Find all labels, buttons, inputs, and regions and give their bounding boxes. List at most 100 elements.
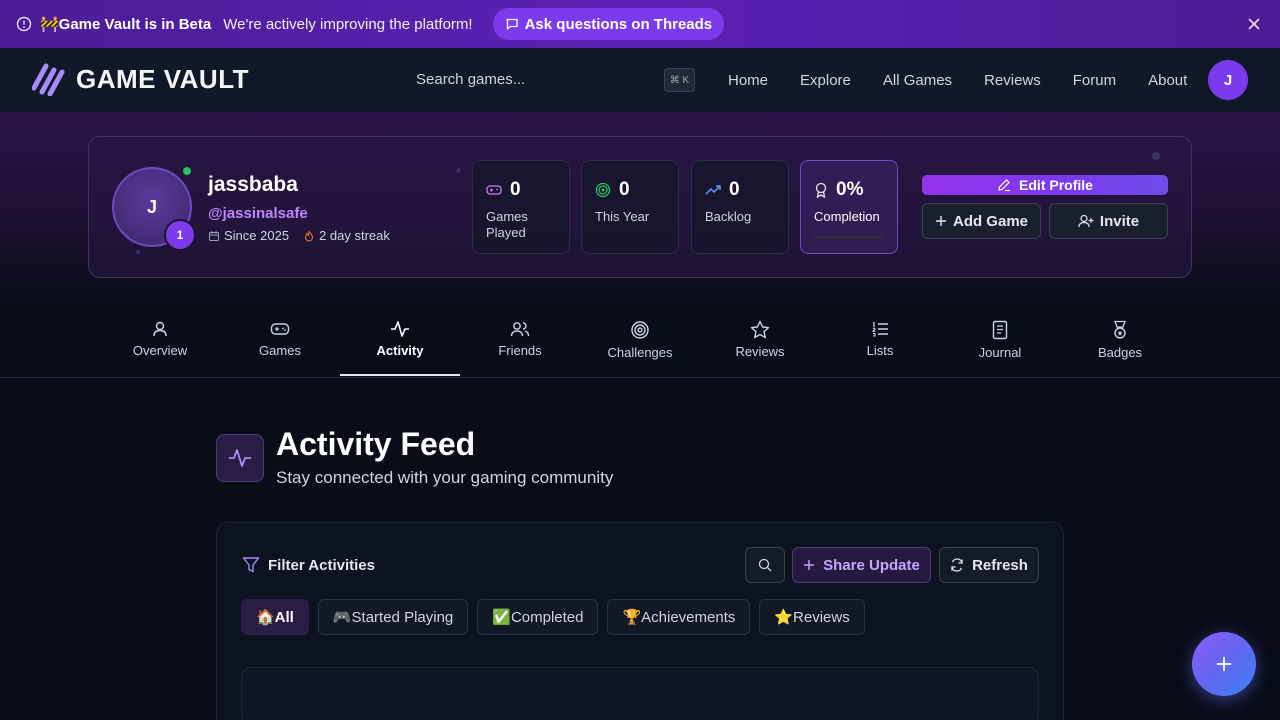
- stat-label: Backlog: [705, 209, 752, 224]
- invite-button[interactable]: Invite: [1049, 203, 1168, 239]
- search-area[interactable]: [416, 71, 696, 93]
- refresh-label: Refresh: [972, 556, 1028, 574]
- user-avatar-button[interactable]: J: [1208, 60, 1248, 100]
- tab-label: Games: [259, 343, 301, 358]
- close-icon[interactable]: [1248, 18, 1260, 30]
- search-icon: [758, 558, 772, 572]
- decorative-dot: [456, 168, 461, 173]
- flame-icon: [303, 230, 315, 242]
- tab-overview[interactable]: Overview: [100, 304, 220, 376]
- add-game-button[interactable]: Add Game: [922, 203, 1041, 239]
- online-status-dot: [181, 165, 193, 177]
- gamepad-icon: [486, 183, 502, 197]
- profile-meta: Since 2025 2 day streak: [208, 228, 390, 243]
- stat-this-year: 0 This Year: [581, 160, 679, 254]
- chip-all[interactable]: 🏠All: [241, 599, 309, 635]
- nav-links: Home Explore All Games Reviews Forum Abo…: [728, 72, 1187, 89]
- profile-handle: @jassinalsafe: [208, 205, 308, 222]
- tab-games[interactable]: Games: [220, 304, 340, 376]
- message-icon: [505, 17, 519, 31]
- filter-icon: [242, 556, 260, 574]
- search-shortcut: ⌘ K: [664, 68, 695, 92]
- nav-link-reviews[interactable]: Reviews: [984, 72, 1041, 89]
- user-icon: [151, 320, 169, 338]
- member-since: Since 2025: [208, 228, 289, 243]
- medal-icon: [1111, 320, 1129, 340]
- threads-button[interactable]: Ask questions on Threads: [492, 8, 725, 40]
- profile-username: jassbaba: [208, 173, 298, 196]
- tabs-divider: [0, 377, 1280, 378]
- nav-link-home[interactable]: Home: [728, 72, 768, 89]
- trending-up-icon: [705, 184, 721, 196]
- chip-achievements[interactable]: 🏆Achievements: [607, 599, 751, 635]
- tab-label: Overview: [132, 343, 188, 358]
- stat-label: Games Played: [486, 209, 528, 240]
- stat-value: 0: [510, 179, 521, 200]
- star-icon: [750, 320, 770, 339]
- stat-label: Completion: [814, 209, 880, 224]
- logo[interactable]: GAME VAULT: [32, 62, 249, 96]
- tab-badges[interactable]: Badges: [1060, 304, 1180, 376]
- chip-started-playing[interactable]: 🎮Started Playing: [317, 599, 469, 635]
- stat-completion: 0% Completion: [800, 160, 898, 254]
- book-icon: [991, 320, 1009, 340]
- completion-progress-bar: [813, 235, 883, 239]
- decorative-dot: [136, 250, 140, 254]
- beta-message: We're actively improving the platform!: [223, 15, 473, 33]
- activity-filter-chips: 🏠All 🎮Started Playing ✅Completed 🏆Achiev…: [241, 599, 865, 635]
- tab-label: Activity: [376, 343, 424, 358]
- activity-feed-content: [241, 667, 1039, 720]
- list-icon: [871, 320, 889, 338]
- chip-reviews[interactable]: ⭐Reviews: [759, 599, 865, 635]
- stat-label: This Year: [595, 209, 650, 224]
- nav-link-all-games[interactable]: All Games: [883, 72, 952, 89]
- tab-challenges[interactable]: Challenges: [580, 304, 700, 376]
- level-badge: 1: [164, 219, 196, 251]
- beta-title: 🚧Game Vault is in Beta: [40, 16, 212, 33]
- award-icon: [814, 182, 828, 198]
- plus-icon: [1215, 655, 1233, 673]
- stat-value: 0: [729, 179, 740, 200]
- tab-label: Badges: [1097, 345, 1143, 360]
- info-icon: [16, 16, 32, 32]
- tab-journal[interactable]: Journal: [940, 304, 1060, 376]
- target-icon: [595, 182, 611, 198]
- chip-completed[interactable]: ✅Completed: [477, 599, 599, 635]
- gamepad-icon: [270, 320, 290, 338]
- refresh-icon: [950, 558, 964, 572]
- tab-activity[interactable]: Activity: [340, 304, 460, 376]
- filter-activities: Filter Activities: [242, 556, 375, 574]
- pencil-icon: [997, 178, 1011, 192]
- tab-label: Journal: [978, 345, 1022, 360]
- activity-icon: [390, 320, 410, 338]
- stat-value: 0%: [836, 179, 864, 200]
- streak-text: 2 day streak: [319, 228, 390, 243]
- stat-backlog: 0 Backlog: [691, 160, 789, 254]
- activity-feed-icon: [216, 434, 264, 482]
- profile-tabs: Overview Games Activity Friends Challeng…: [100, 304, 1180, 376]
- search-input[interactable]: [416, 71, 616, 88]
- share-update-button[interactable]: Share Update: [792, 547, 931, 583]
- edit-profile-button[interactable]: Edit Profile: [922, 175, 1168, 195]
- nav-link-forum[interactable]: Forum: [1073, 72, 1116, 89]
- filter-label: Filter Activities: [268, 556, 375, 574]
- tab-lists[interactable]: Lists: [820, 304, 940, 376]
- threads-label: Ask questions on Threads: [524, 15, 713, 33]
- add-game-label: Add Game: [952, 212, 1028, 230]
- target-icon: [630, 320, 650, 340]
- activity-icon: [228, 447, 252, 469]
- tab-friends[interactable]: Friends: [460, 304, 580, 376]
- nav-link-explore[interactable]: Explore: [800, 72, 851, 89]
- tab-reviews[interactable]: Reviews: [700, 304, 820, 376]
- edit-profile-label: Edit Profile: [1019, 177, 1093, 193]
- tab-label: Friends: [498, 343, 542, 358]
- refresh-button[interactable]: Refresh: [939, 547, 1039, 583]
- stat-games-played: 0 Games Played: [472, 160, 570, 254]
- invite-label: Invite: [1099, 212, 1140, 230]
- calendar-icon: [208, 230, 220, 242]
- search-button[interactable]: [745, 547, 785, 583]
- nav-link-about[interactable]: About: [1148, 72, 1187, 89]
- stat-value: 0: [619, 179, 630, 200]
- activity-feed-title: Activity Feed: [276, 426, 476, 462]
- floating-add-button[interactable]: [1192, 632, 1256, 696]
